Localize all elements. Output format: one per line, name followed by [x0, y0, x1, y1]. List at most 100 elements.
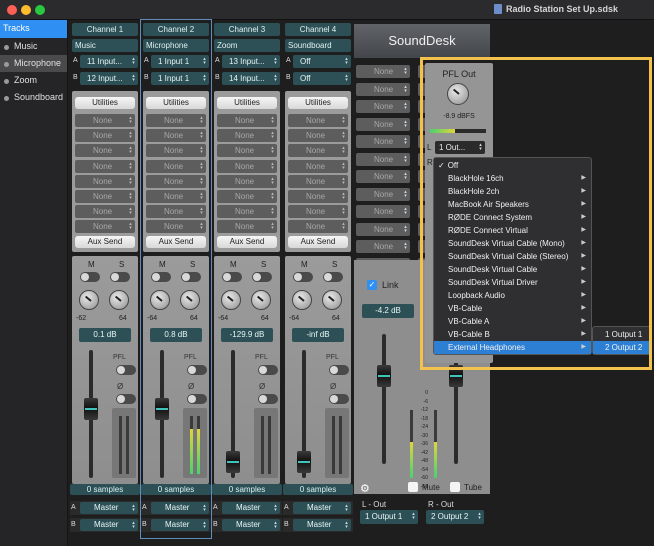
solo-toggle[interactable]	[252, 272, 272, 282]
l-out-select[interactable]: 1 Output 1	[360, 510, 418, 524]
send-slot[interactable]: None	[217, 205, 277, 219]
delay-samples[interactable]: 0 samples	[283, 484, 353, 495]
volume-display[interactable]: -129.9 dB	[221, 328, 273, 342]
gear-icon[interactable]: ⚙	[360, 482, 370, 495]
pfl-toggle[interactable]	[258, 365, 278, 375]
output-a-select[interactable]: Master	[151, 502, 209, 514]
send-slot[interactable]: None	[217, 190, 277, 203]
master-send-slot-left[interactable]: None	[356, 82, 410, 96]
phase-toggle[interactable]	[116, 394, 136, 404]
send-slot[interactable]: None	[146, 144, 206, 158]
send-slot[interactable]: None	[75, 174, 135, 188]
send-slot[interactable]: None	[146, 129, 206, 143]
gain-knob[interactable]	[292, 290, 312, 310]
solo-toggle[interactable]	[110, 272, 130, 282]
master-send-slot-left[interactable]: None	[356, 135, 410, 148]
fader-handle[interactable]	[226, 450, 240, 473]
send-slot[interactable]: None	[146, 190, 206, 203]
phase-toggle[interactable]	[329, 394, 349, 404]
send-slot[interactable]: None	[217, 220, 277, 234]
mute-checkbox[interactable]	[408, 482, 418, 492]
send-slot[interactable]: None	[288, 205, 348, 219]
channel-name[interactable]: Channel 2	[143, 23, 209, 36]
output-b-select[interactable]: Master	[222, 519, 280, 531]
send-slot[interactable]: None	[217, 159, 277, 173]
minimize-window-button[interactable]	[21, 5, 31, 15]
send-slot[interactable]: None	[288, 114, 348, 127]
zoom-window-button[interactable]	[35, 5, 45, 15]
send-slot[interactable]: None	[217, 144, 277, 158]
delay-samples[interactable]: 0 samples	[141, 484, 211, 495]
channel-source[interactable]: Music	[72, 39, 138, 52]
channel-name[interactable]: Channel 3	[214, 23, 280, 36]
aux-send-button[interactable]: Aux Send	[217, 236, 277, 248]
r-out-select[interactable]: 2 Output 2	[426, 510, 484, 524]
tube-checkbox[interactable]	[450, 482, 460, 492]
aux-send-button[interactable]: Aux Send	[146, 236, 206, 248]
input-b-select[interactable]: 1 Input 1	[151, 72, 209, 85]
send-slot[interactable]: None	[288, 190, 348, 203]
sidebar-item-soundboard[interactable]: Soundboard	[0, 89, 67, 106]
mute-toggle[interactable]	[80, 272, 100, 282]
fader-handle[interactable]	[297, 450, 311, 473]
send-slot[interactable]: None	[217, 174, 277, 188]
send-slot[interactable]: None	[288, 144, 348, 158]
sidebar-item-microphone[interactable]: Microphone	[0, 55, 67, 72]
input-b-select[interactable]: 12 Input...	[80, 72, 138, 85]
fader-handle[interactable]	[155, 397, 169, 420]
gain-knob[interactable]	[221, 290, 241, 310]
send-slot[interactable]: None	[146, 205, 206, 219]
link-checkbox[interactable]: ✓	[367, 280, 377, 290]
master-send-slot-left[interactable]: None	[356, 222, 410, 236]
output-a-select[interactable]: Master	[222, 502, 280, 514]
input-a-select[interactable]: 1 Input 1	[151, 55, 209, 68]
master-send-slot-left[interactable]: None	[356, 65, 410, 78]
pan-knob[interactable]	[109, 290, 129, 310]
input-a-select[interactable]: 13 Input...	[222, 55, 280, 68]
send-slot[interactable]: None	[75, 129, 135, 143]
pan-knob[interactable]	[180, 290, 200, 310]
send-slot[interactable]: None	[146, 159, 206, 173]
pan-knob[interactable]	[251, 290, 271, 310]
input-a-select[interactable]: Off	[293, 55, 351, 68]
send-slot[interactable]: None	[75, 114, 135, 127]
mute-toggle[interactable]	[222, 272, 242, 282]
sidebar-item-music[interactable]: Music	[0, 38, 67, 55]
utilities-button[interactable]: Utilities	[75, 97, 135, 109]
input-b-select[interactable]: Off	[293, 72, 351, 85]
channel-name[interactable]: Channel 1	[72, 23, 138, 36]
send-slot[interactable]: None	[217, 129, 277, 143]
master-send-slot-left[interactable]: None	[356, 240, 410, 253]
delay-samples[interactable]: 0 samples	[70, 484, 140, 495]
send-slot[interactable]: None	[146, 114, 206, 127]
send-slot[interactable]: None	[146, 220, 206, 234]
master-fader-left-handle[interactable]	[377, 365, 391, 387]
utilities-button[interactable]: Utilities	[288, 97, 348, 109]
send-slot[interactable]: None	[75, 205, 135, 219]
pfl-toggle[interactable]	[187, 365, 207, 375]
master-send-slot-left[interactable]: None	[356, 100, 410, 113]
gain-knob[interactable]	[79, 290, 99, 310]
channel-source[interactable]: Soundboard	[285, 39, 351, 52]
close-window-button[interactable]	[7, 5, 17, 15]
output-a-select[interactable]: Master	[293, 502, 351, 514]
delay-samples[interactable]: 0 samples	[212, 484, 282, 495]
gain-knob[interactable]	[150, 290, 170, 310]
volume-display[interactable]: 0.8 dB	[150, 328, 202, 342]
mute-toggle[interactable]	[151, 272, 171, 282]
fader-handle[interactable]	[84, 397, 98, 420]
volume-display[interactable]: 0.1 dB	[79, 328, 131, 342]
output-a-select[interactable]: Master	[80, 502, 138, 514]
master-send-slot-left[interactable]: None	[356, 152, 410, 166]
send-slot[interactable]: None	[217, 114, 277, 127]
output-b-select[interactable]: Master	[293, 519, 351, 531]
utilities-button[interactable]: Utilities	[146, 97, 206, 109]
aux-send-button[interactable]: Aux Send	[75, 236, 135, 248]
send-slot[interactable]: None	[288, 129, 348, 143]
send-slot[interactable]: None	[288, 220, 348, 234]
pan-knob[interactable]	[322, 290, 342, 310]
send-slot[interactable]: None	[288, 174, 348, 188]
input-a-select[interactable]: 11 Input...	[80, 55, 138, 68]
volume-display[interactable]: -inf dB	[292, 328, 344, 342]
solo-toggle[interactable]	[181, 272, 201, 282]
